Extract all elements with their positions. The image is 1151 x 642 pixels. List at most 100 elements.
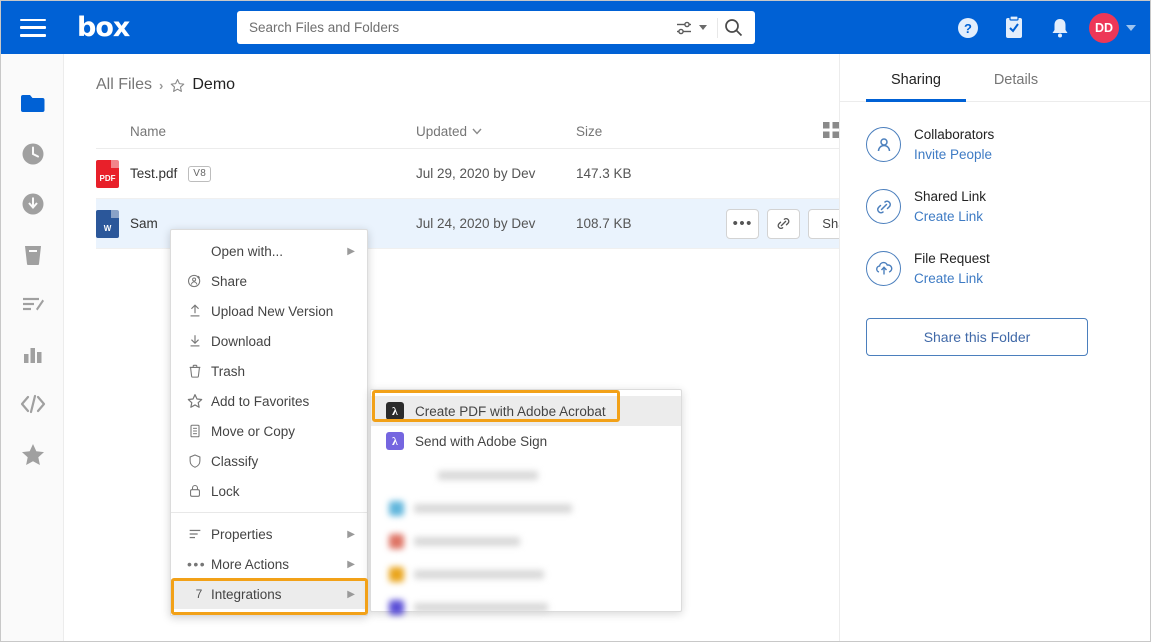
search-filter-icon[interactable] bbox=[676, 21, 711, 35]
copy-icon bbox=[187, 423, 211, 439]
hamburger-icon[interactable] bbox=[20, 18, 46, 37]
redacted-icon bbox=[389, 533, 404, 549]
menu-item-move-or-copy[interactable]: Move or Copy bbox=[171, 416, 367, 446]
tab-details[interactable]: Details bbox=[966, 72, 1066, 101]
column-header-size[interactable]: Size bbox=[576, 124, 716, 139]
right-panel-tabs: Sharing Details bbox=[840, 72, 1150, 102]
invite-people-link[interactable]: Invite People bbox=[914, 145, 994, 165]
avatar[interactable]: DD bbox=[1089, 12, 1119, 43]
menu-item-label: Classify bbox=[211, 453, 259, 469]
sidebar-item-reports[interactable] bbox=[1, 329, 64, 379]
tasks-icon[interactable] bbox=[991, 1, 1037, 54]
menu-item-label: Open with... bbox=[211, 243, 284, 259]
menu-item-classify[interactable]: Classify bbox=[171, 446, 367, 476]
notifications-icon[interactable] bbox=[1037, 1, 1083, 54]
file-name-label[interactable]: Sam bbox=[130, 216, 158, 231]
header-actions: ? DD bbox=[945, 1, 1138, 54]
file-list-header: Name Updated Size bbox=[96, 115, 879, 149]
menu-item-lock[interactable]: Lock bbox=[171, 476, 367, 506]
breadcrumb-current[interactable]: Demo bbox=[192, 76, 235, 94]
menu-item-label: Add to Favorites bbox=[211, 393, 310, 409]
sidebar-item-trash[interactable] bbox=[1, 229, 64, 279]
redacted-item bbox=[389, 596, 681, 618]
collaborators-title: Collaborators bbox=[914, 127, 995, 142]
chevron-right-icon: ▶ bbox=[347, 528, 355, 540]
submenu-item-create-pdf-adobe-acrobat[interactable]: λ Create PDF with Adobe Acrobat bbox=[371, 396, 681, 426]
redacted-label bbox=[414, 503, 572, 513]
avatar-chevron-down-icon[interactable] bbox=[1126, 24, 1136, 31]
sidebar-item-dev-console[interactable] bbox=[1, 379, 64, 429]
search-icon[interactable] bbox=[724, 18, 755, 37]
sidebar-item-notes[interactable] bbox=[1, 279, 64, 329]
sidebar-item-favorites[interactable] bbox=[1, 429, 64, 479]
redacted-icon bbox=[389, 500, 404, 516]
menu-item-share[interactable]: Share bbox=[171, 266, 367, 296]
submenu-item-label: Send with Adobe Sign bbox=[415, 433, 548, 449]
share-this-folder-button[interactable]: Share this Folder bbox=[866, 318, 1088, 357]
upload-arrow-icon bbox=[187, 303, 211, 319]
trash-icon bbox=[187, 363, 211, 379]
row-more-options-button[interactable]: ••• bbox=[726, 208, 760, 239]
file-size-cell: 147.3 KB bbox=[576, 166, 632, 181]
search-bar bbox=[237, 11, 755, 44]
redacted-item bbox=[389, 464, 681, 486]
redacted-label bbox=[414, 602, 548, 612]
menu-item-upload-new-version[interactable]: Upload New Version bbox=[171, 296, 367, 326]
menu-item-label: Trash bbox=[211, 363, 246, 379]
menu-item-open-with[interactable]: Open with... ▶ bbox=[171, 236, 367, 266]
step-number: 7 bbox=[195, 587, 203, 601]
breadcrumb-star-icon[interactable] bbox=[170, 78, 185, 93]
breadcrumb-all-files[interactable]: All Files bbox=[96, 76, 152, 94]
breadcrumb: All Files › Demo bbox=[96, 76, 235, 94]
properties-icon bbox=[187, 526, 211, 542]
menu-divider bbox=[171, 512, 367, 513]
grid-view-icon[interactable] bbox=[823, 122, 839, 141]
file-request-title: File Request bbox=[914, 251, 990, 267]
table-row[interactable]: PDF Test.pdf V8 Jul 29, 2020 by Dev 147.… bbox=[96, 149, 879, 199]
tab-sharing[interactable]: Sharing bbox=[866, 72, 966, 102]
menu-item-label: Properties bbox=[211, 526, 273, 542]
redacted-label bbox=[414, 536, 520, 546]
sidebar-item-synced[interactable] bbox=[1, 179, 64, 229]
column-header-updated-label: Updated bbox=[416, 124, 468, 139]
redacted-icon bbox=[389, 566, 404, 582]
upload-circle-icon bbox=[866, 251, 901, 287]
column-header-updated[interactable]: Updated bbox=[416, 124, 576, 139]
word-file-icon: W bbox=[96, 209, 119, 238]
star-outline-icon bbox=[187, 393, 211, 409]
file-name-label[interactable]: Test.pdf bbox=[130, 166, 177, 181]
menu-item-label: Integrations bbox=[211, 586, 282, 602]
file-size-cell: 108.7 KB bbox=[576, 216, 632, 231]
shared-link-row: Shared Link Create Link bbox=[840, 187, 1150, 227]
help-icon[interactable]: ? bbox=[945, 1, 991, 54]
menu-item-label: Lock bbox=[211, 483, 240, 499]
sidebar-item-recents[interactable] bbox=[1, 129, 64, 179]
menu-item-label: Share bbox=[211, 273, 248, 289]
menu-item-download[interactable]: Download bbox=[171, 326, 367, 356]
submenu-item-send-with-adobe-sign[interactable]: λ Send with Adobe Sign bbox=[371, 426, 681, 456]
box-app-window: box Search Files and Folders ? DD All Fi… bbox=[0, 0, 1151, 642]
row-link-icon[interactable] bbox=[767, 208, 801, 239]
file-updated-cell: Jul 24, 2020 by Dev bbox=[416, 216, 536, 231]
menu-item-integrations[interactable]: 7 Integrations ▶ bbox=[171, 579, 367, 609]
redacted-label bbox=[438, 470, 538, 480]
shared-link-create-link[interactable]: Create Link bbox=[914, 207, 986, 227]
box-logo[interactable]: box bbox=[77, 14, 130, 41]
file-request-create-link[interactable]: Create Link bbox=[914, 269, 990, 289]
chevron-right-icon: ▶ bbox=[347, 588, 355, 600]
search-input[interactable] bbox=[237, 20, 676, 35]
left-sidebar bbox=[1, 54, 64, 641]
menu-item-properties[interactable]: Properties ▶ bbox=[171, 519, 367, 549]
submenu-redacted-items bbox=[371, 456, 681, 618]
menu-item-label: More Actions bbox=[211, 556, 290, 572]
menu-item-add-to-favorites[interactable]: Add to Favorites bbox=[171, 386, 367, 416]
column-header-name[interactable]: Name bbox=[96, 124, 416, 139]
shield-icon bbox=[187, 453, 211, 469]
menu-item-label: Move or Copy bbox=[211, 423, 296, 439]
submenu-item-label: Create PDF with Adobe Acrobat bbox=[415, 403, 606, 419]
menu-item-trash[interactable]: Trash bbox=[171, 356, 367, 386]
sidebar-item-all-files[interactable] bbox=[1, 79, 64, 129]
menu-item-more-actions[interactable]: ••• More Actions ▶ bbox=[171, 549, 367, 579]
integrations-submenu: λ Create PDF with Adobe Acrobat λ Send w… bbox=[370, 389, 682, 615]
redacted-label bbox=[414, 569, 544, 579]
